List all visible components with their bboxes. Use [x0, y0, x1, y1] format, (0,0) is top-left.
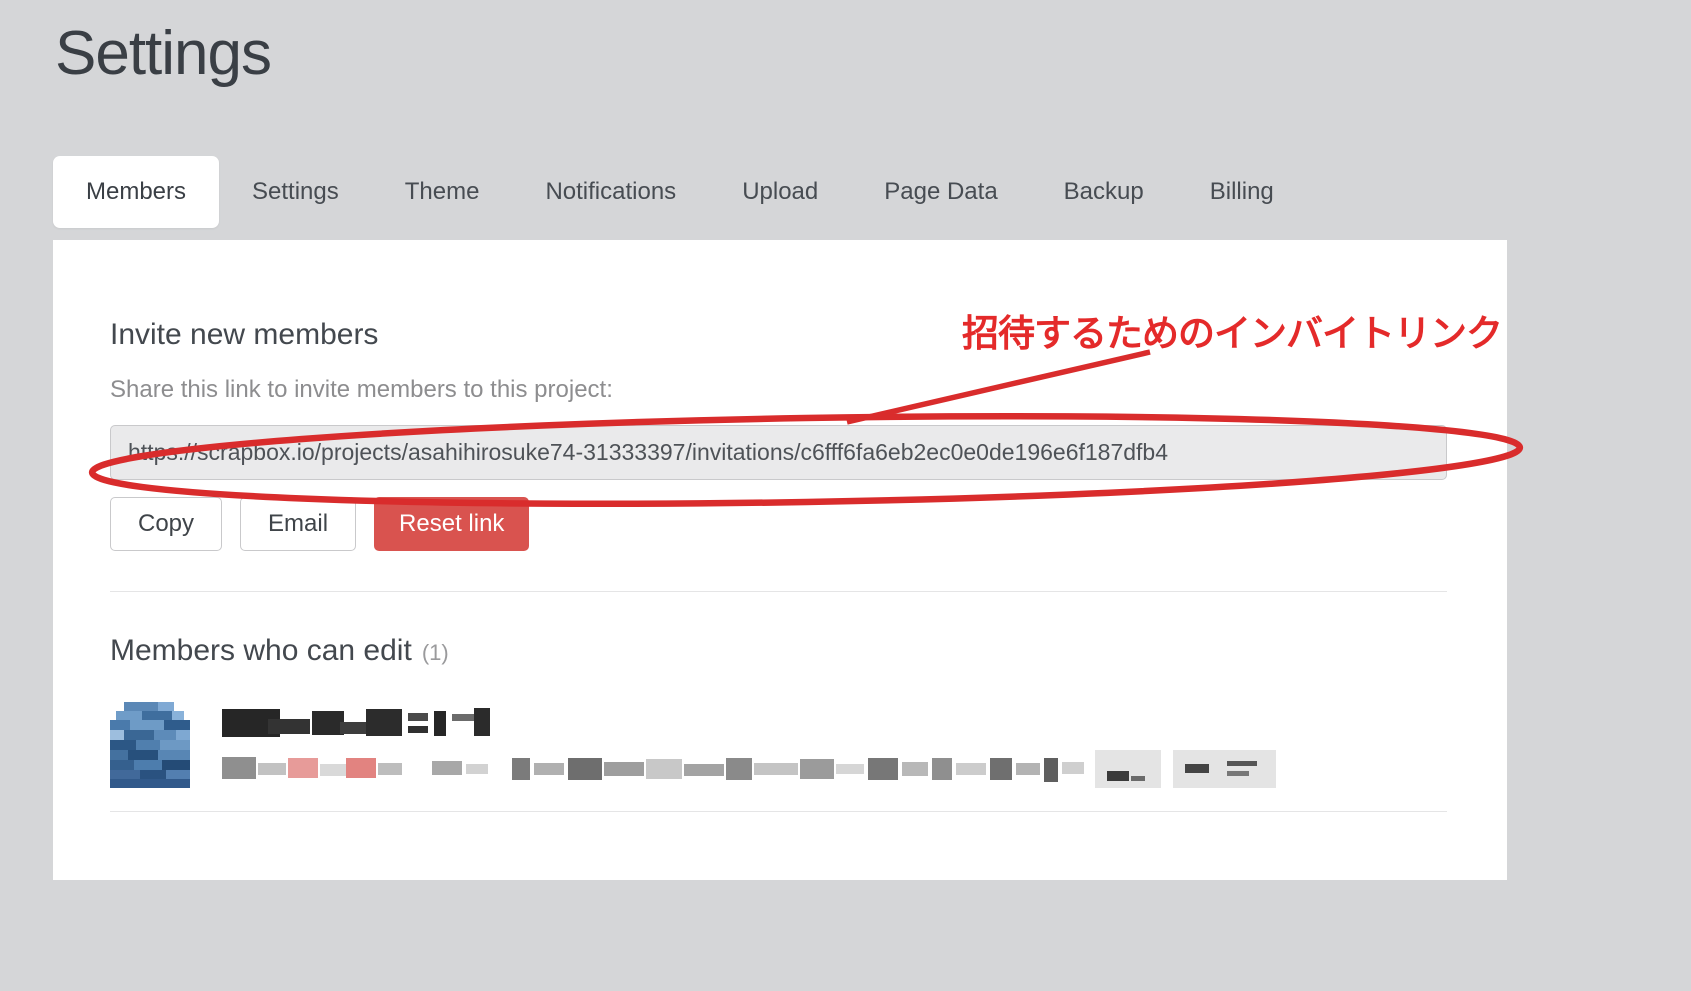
members-heading: Members who can edit (1) [110, 634, 1447, 668]
tab-settings[interactable]: Settings [219, 156, 372, 228]
invite-actions: Copy Email Reset link [110, 497, 1447, 551]
tab-backup[interactable]: Backup [1031, 156, 1177, 228]
redacted-member-name [222, 702, 492, 742]
tab-page-data[interactable]: Page Data [851, 156, 1030, 228]
pixelated-avatar-icon [110, 702, 190, 788]
invite-link-input[interactable] [110, 425, 1447, 480]
copy-button[interactable]: Copy [110, 497, 222, 551]
tab-members[interactable]: Members [53, 156, 219, 228]
invite-description: Share this link to invite members to thi… [110, 376, 1447, 404]
section-divider [110, 591, 1447, 592]
reset-link-button[interactable]: Reset link [374, 497, 529, 551]
members-heading-text: Members who can edit [110, 634, 412, 667]
tab-billing[interactable]: Billing [1177, 156, 1307, 228]
member-info [222, 702, 1277, 789]
settings-tab-bar: Members Settings Theme Notifications Upl… [53, 156, 1307, 228]
email-button[interactable]: Email [240, 497, 356, 551]
tab-upload[interactable]: Upload [709, 156, 851, 228]
redacted-member-details [222, 749, 1277, 789]
member-row [110, 702, 1447, 789]
page-title: Settings [55, 18, 271, 89]
tab-notifications[interactable]: Notifications [512, 156, 709, 228]
settings-page: Settings Members Settings Theme Notifica… [0, 0, 1691, 991]
tab-theme[interactable]: Theme [372, 156, 513, 228]
members-count: (1) [422, 640, 449, 665]
invite-link-annotation: 招待するためのインバイトリンク [962, 303, 1502, 357]
member-row-divider [110, 811, 1447, 812]
